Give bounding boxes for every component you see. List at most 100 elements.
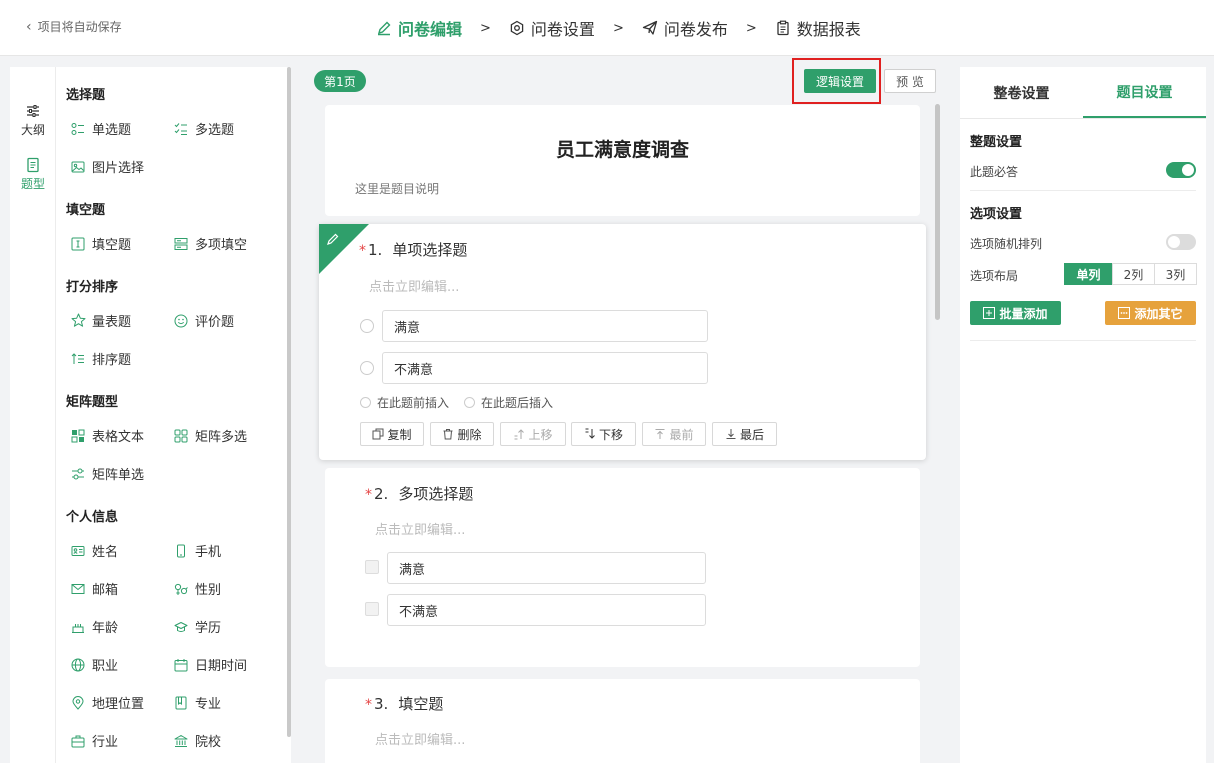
palette-industry[interactable]: 行业 xyxy=(70,731,118,750)
arrow-down-icon xyxy=(585,428,595,439)
tab-outline[interactable]: 大纲 xyxy=(10,103,56,138)
palette-label: 矩阵单选 xyxy=(92,468,145,483)
palette-matrix-multi[interactable]: 矩阵多选 xyxy=(173,426,247,445)
move-up-button[interactable]: 上移 xyxy=(500,422,566,446)
survey-title[interactable]: 员工满意度调查 xyxy=(325,135,920,162)
add-other-button[interactable]: 添加其它 xyxy=(1105,301,1196,325)
phone-icon xyxy=(173,543,189,559)
page-badge[interactable]: 第1页 xyxy=(314,70,366,92)
gender-icon xyxy=(173,581,189,597)
settings-panel: 整卷设置 题目设置 整题设置 此题必答 选项设置 选项随机排列 选项布局 单列 … xyxy=(960,67,1206,763)
step-publish[interactable]: 问卷发布 xyxy=(642,16,728,40)
insert-after-label: 在此题后插入 xyxy=(481,396,554,410)
palette-label: 表格文本 xyxy=(92,430,145,445)
palette-education[interactable]: 学历 xyxy=(173,617,221,636)
palette-age[interactable]: 年龄 xyxy=(70,617,118,636)
preview-button[interactable]: 预 览 xyxy=(884,69,936,93)
option-checkbox[interactable] xyxy=(365,560,379,574)
tab-question-types-label: 题型 xyxy=(20,177,45,191)
insert-after[interactable]: 在此题后插入 xyxy=(464,394,553,411)
copy-label: 复制 xyxy=(387,427,412,442)
palette-label: 评价题 xyxy=(195,315,235,330)
palette-email[interactable]: 邮箱 xyxy=(70,579,118,598)
palette-datetime[interactable]: 日期时间 xyxy=(173,655,247,674)
survey-description[interactable]: 这里是题目说明 xyxy=(355,180,439,197)
layout-two-columns[interactable]: 2列 xyxy=(1112,263,1155,285)
palette-label: 行业 xyxy=(92,735,119,750)
palette-ranking[interactable]: 排序题 xyxy=(70,349,131,368)
palette-single-choice[interactable]: 单选题 xyxy=(70,119,131,138)
survey-header-card[interactable]: 员工满意度调查 这里是题目说明 xyxy=(325,105,920,216)
palette-school[interactable]: 院校 xyxy=(173,731,221,750)
center-scrollbar[interactable] xyxy=(935,104,940,320)
palette-scale[interactable]: 量表题 xyxy=(70,311,131,330)
palette-name[interactable]: 姓名 xyxy=(70,541,118,560)
palette-label: 手机 xyxy=(195,545,222,560)
palette-label: 专业 xyxy=(195,697,222,712)
palette-location[interactable]: 地理位置 xyxy=(70,693,144,712)
step-settings[interactable]: 问卷设置 xyxy=(509,16,595,40)
option-input[interactable]: 不满意 xyxy=(387,594,706,626)
left-scrollbar[interactable] xyxy=(287,67,291,737)
question-card-2[interactable]: * 2. 多项选择题 点击立即编辑... 满意 不满意 xyxy=(325,468,920,667)
delete-label: 删除 xyxy=(457,427,482,442)
move-last-button[interactable]: 最后 xyxy=(712,422,777,446)
palette-fill-blank[interactable]: 填空题 xyxy=(70,234,131,253)
copy-button[interactable]: 复制 xyxy=(360,422,424,446)
autosave-back[interactable]: ‹ 项目将自动保存 xyxy=(26,18,122,35)
more-square-icon xyxy=(1118,307,1131,319)
tab-question-types[interactable]: 题型 xyxy=(10,157,56,192)
option-settings-title: 选项设置 xyxy=(970,207,1023,222)
palette-evaluation[interactable]: 评价题 xyxy=(173,311,234,330)
layout-one-column[interactable]: 单列 xyxy=(1064,263,1113,285)
cake-icon xyxy=(70,619,86,635)
document-icon xyxy=(27,157,39,173)
palette-image-choice[interactable]: 图片选择 xyxy=(70,157,144,176)
trash-icon xyxy=(443,429,453,440)
option-input[interactable]: 满意 xyxy=(382,310,708,342)
star-icon xyxy=(70,313,86,329)
question-title[interactable]: * 1. 单项选择题 xyxy=(359,239,467,260)
tab-survey-settings[interactable]: 整卷设置 xyxy=(960,67,1083,118)
palette-multi-choice[interactable]: 多选题 xyxy=(173,119,234,138)
question-title[interactable]: * 3. 填空题 xyxy=(365,693,443,714)
palette-gender[interactable]: 性别 xyxy=(173,579,221,598)
category-rating: 打分排序 xyxy=(66,280,119,295)
step-edit[interactable]: 问卷编辑 xyxy=(376,16,462,40)
palette-table-text[interactable]: 表格文本 xyxy=(70,426,144,445)
clipboard-icon xyxy=(777,20,789,36)
logic-settings-button[interactable]: 逻辑设置 xyxy=(804,69,876,93)
option-input[interactable]: 不满意 xyxy=(382,352,708,384)
question-title[interactable]: * 2. 多项选择题 xyxy=(365,483,473,504)
move-first-button[interactable]: 最前 xyxy=(642,422,706,446)
question-card-3[interactable]: * 3. 填空题 点击立即编辑... xyxy=(325,679,920,763)
palette-matrix-single[interactable]: 矩阵单选 xyxy=(70,464,144,483)
option-radio[interactable] xyxy=(360,319,374,333)
bulk-add-button[interactable]: 批量添加 xyxy=(970,301,1061,325)
gear-icon xyxy=(510,20,524,36)
palette-multi-fill[interactable]: 多项填空 xyxy=(173,234,247,253)
random-order-toggle[interactable] xyxy=(1166,234,1196,250)
tab-question-settings[interactable]: 题目设置 xyxy=(1083,67,1206,118)
step-label: 问卷编辑 xyxy=(398,20,463,39)
option-radio[interactable] xyxy=(360,361,374,375)
required-toggle[interactable] xyxy=(1166,162,1196,178)
palette-phone[interactable]: 手机 xyxy=(173,541,221,560)
delete-button[interactable]: 删除 xyxy=(430,422,494,446)
question-card-1[interactable]: * 1. 单项选择题 点击立即编辑... 满意 不满意 在此题前插入 在此题后插… xyxy=(319,224,926,460)
step-report[interactable]: 数据报表 xyxy=(775,16,861,40)
question-hint[interactable]: 点击立即编辑... xyxy=(375,729,465,748)
move-down-button[interactable]: 下移 xyxy=(571,422,636,446)
option-checkbox[interactable] xyxy=(365,602,379,616)
option-input[interactable]: 满意 xyxy=(387,552,706,584)
palette-major[interactable]: 专业 xyxy=(173,693,221,712)
layout-three-columns[interactable]: 3列 xyxy=(1154,263,1197,285)
table-text-icon xyxy=(70,428,86,444)
question-hint[interactable]: 点击立即编辑... xyxy=(375,519,465,538)
question-hint[interactable]: 点击立即编辑... xyxy=(369,276,459,295)
insert-before[interactable]: 在此题前插入 xyxy=(360,394,449,411)
palette-occupation[interactable]: 职业 xyxy=(70,655,118,674)
smiley-icon xyxy=(173,313,189,329)
question-number: 1. xyxy=(368,241,383,259)
sliders-icon xyxy=(27,105,39,117)
